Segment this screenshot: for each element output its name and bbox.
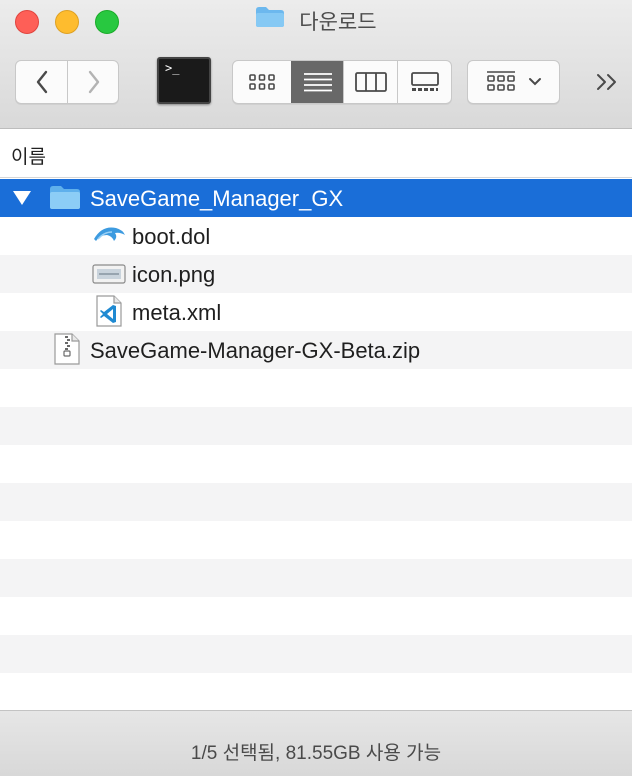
- empty-row: [0, 369, 632, 407]
- view-divider: [397, 61, 398, 103]
- file-row-savegame-folder[interactable]: SaveGame_Manager_GX: [0, 179, 632, 217]
- dolphin-icon: [92, 223, 126, 252]
- file-row-zip[interactable]: SaveGame-Manager-GX-Beta.zip: [0, 331, 632, 369]
- gallery-view-button[interactable]: [398, 61, 451, 103]
- double-chevron-right-icon: [597, 74, 616, 90]
- vscode-file-icon: [96, 295, 122, 332]
- empty-row: [0, 407, 632, 445]
- group-by-button[interactable]: [467, 60, 560, 104]
- empty-row: [0, 673, 632, 711]
- empty-row: [0, 597, 632, 635]
- name-column-label: 이름: [11, 147, 46, 168]
- file-name: SaveGame_Manager_GX: [90, 186, 344, 211]
- terminal-button[interactable]: >_: [157, 57, 211, 104]
- chevron-down-icon: [528, 78, 541, 86]
- status-text: 1/5 선택됨, 81.55GB 사용 가능: [190, 743, 442, 764]
- forward-button[interactable]: [68, 61, 119, 103]
- grid-icon: [249, 74, 275, 90]
- folder-icon: [255, 6, 285, 36]
- file-list: SaveGame_Manager_GX boot.dol icon.png me…: [0, 179, 632, 710]
- empty-row: [0, 521, 632, 559]
- window-title-area: 다운로드: [0, 6, 632, 37]
- list-view-button[interactable]: [291, 61, 344, 103]
- empty-row: [0, 483, 632, 521]
- icon-view-button[interactable]: [233, 61, 291, 103]
- view-mode-group: [232, 60, 452, 104]
- file-row-meta-xml[interactable]: meta.xml: [0, 293, 632, 331]
- terminal-prompt: >_: [165, 61, 180, 75]
- file-name: SaveGame-Manager-GX-Beta.zip: [90, 338, 421, 363]
- window-title: 다운로드: [299, 11, 377, 34]
- disclosure-triangle-icon[interactable]: [12, 189, 32, 207]
- empty-row: [0, 445, 632, 483]
- status-bar: 1/5 선택됨, 81.55GB 사용 가능: [0, 710, 632, 776]
- file-row-icon-png[interactable]: icon.png: [0, 255, 632, 293]
- group-by-icon: [486, 71, 515, 91]
- window-titlebar: 다운로드 >_: [0, 0, 632, 129]
- file-name: meta.xml: [132, 300, 222, 325]
- view-divider: [343, 61, 344, 103]
- folder-icon: [49, 183, 81, 216]
- chevron-right-icon: [88, 70, 99, 94]
- file-row-boot-dol[interactable]: boot.dol: [0, 217, 632, 255]
- columns-icon: [355, 72, 387, 92]
- empty-row: [0, 559, 632, 597]
- zip-file-icon: [54, 333, 80, 370]
- toolbar-overflow-button[interactable]: [594, 68, 622, 96]
- file-name: icon.png: [132, 262, 216, 287]
- chevron-left-icon: [36, 70, 47, 94]
- list-icon: [303, 73, 332, 92]
- name-column-header[interactable]: 이름: [0, 129, 632, 178]
- gallery-icon: [410, 72, 439, 91]
- column-view-button[interactable]: [344, 61, 398, 103]
- image-file-icon: [92, 264, 126, 289]
- back-button[interactable]: [16, 61, 67, 103]
- empty-row: [0, 635, 632, 673]
- file-name: boot.dol: [132, 224, 211, 249]
- navigation-group: [15, 60, 119, 104]
